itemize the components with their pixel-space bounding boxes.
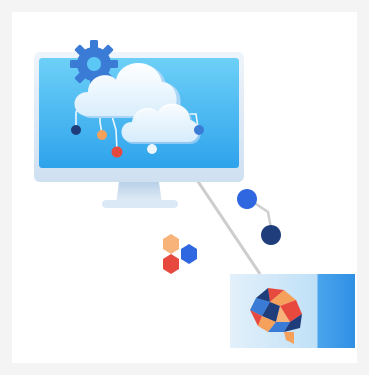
- illustration-card: [12, 12, 357, 363]
- network-node-icon: [97, 130, 107, 140]
- illustration-canvas: [34, 40, 355, 348]
- page-background: [0, 0, 369, 375]
- network-node-icon: [71, 125, 81, 135]
- hexagon-cluster-icon: [163, 234, 197, 274]
- network-node-icon: [111, 146, 123, 158]
- network-node-icon: [147, 144, 157, 154]
- ai-panel: [230, 274, 355, 348]
- network-node-icon: [237, 189, 281, 245]
- monitor-base: [102, 200, 178, 208]
- network-node-icon: [194, 125, 204, 135]
